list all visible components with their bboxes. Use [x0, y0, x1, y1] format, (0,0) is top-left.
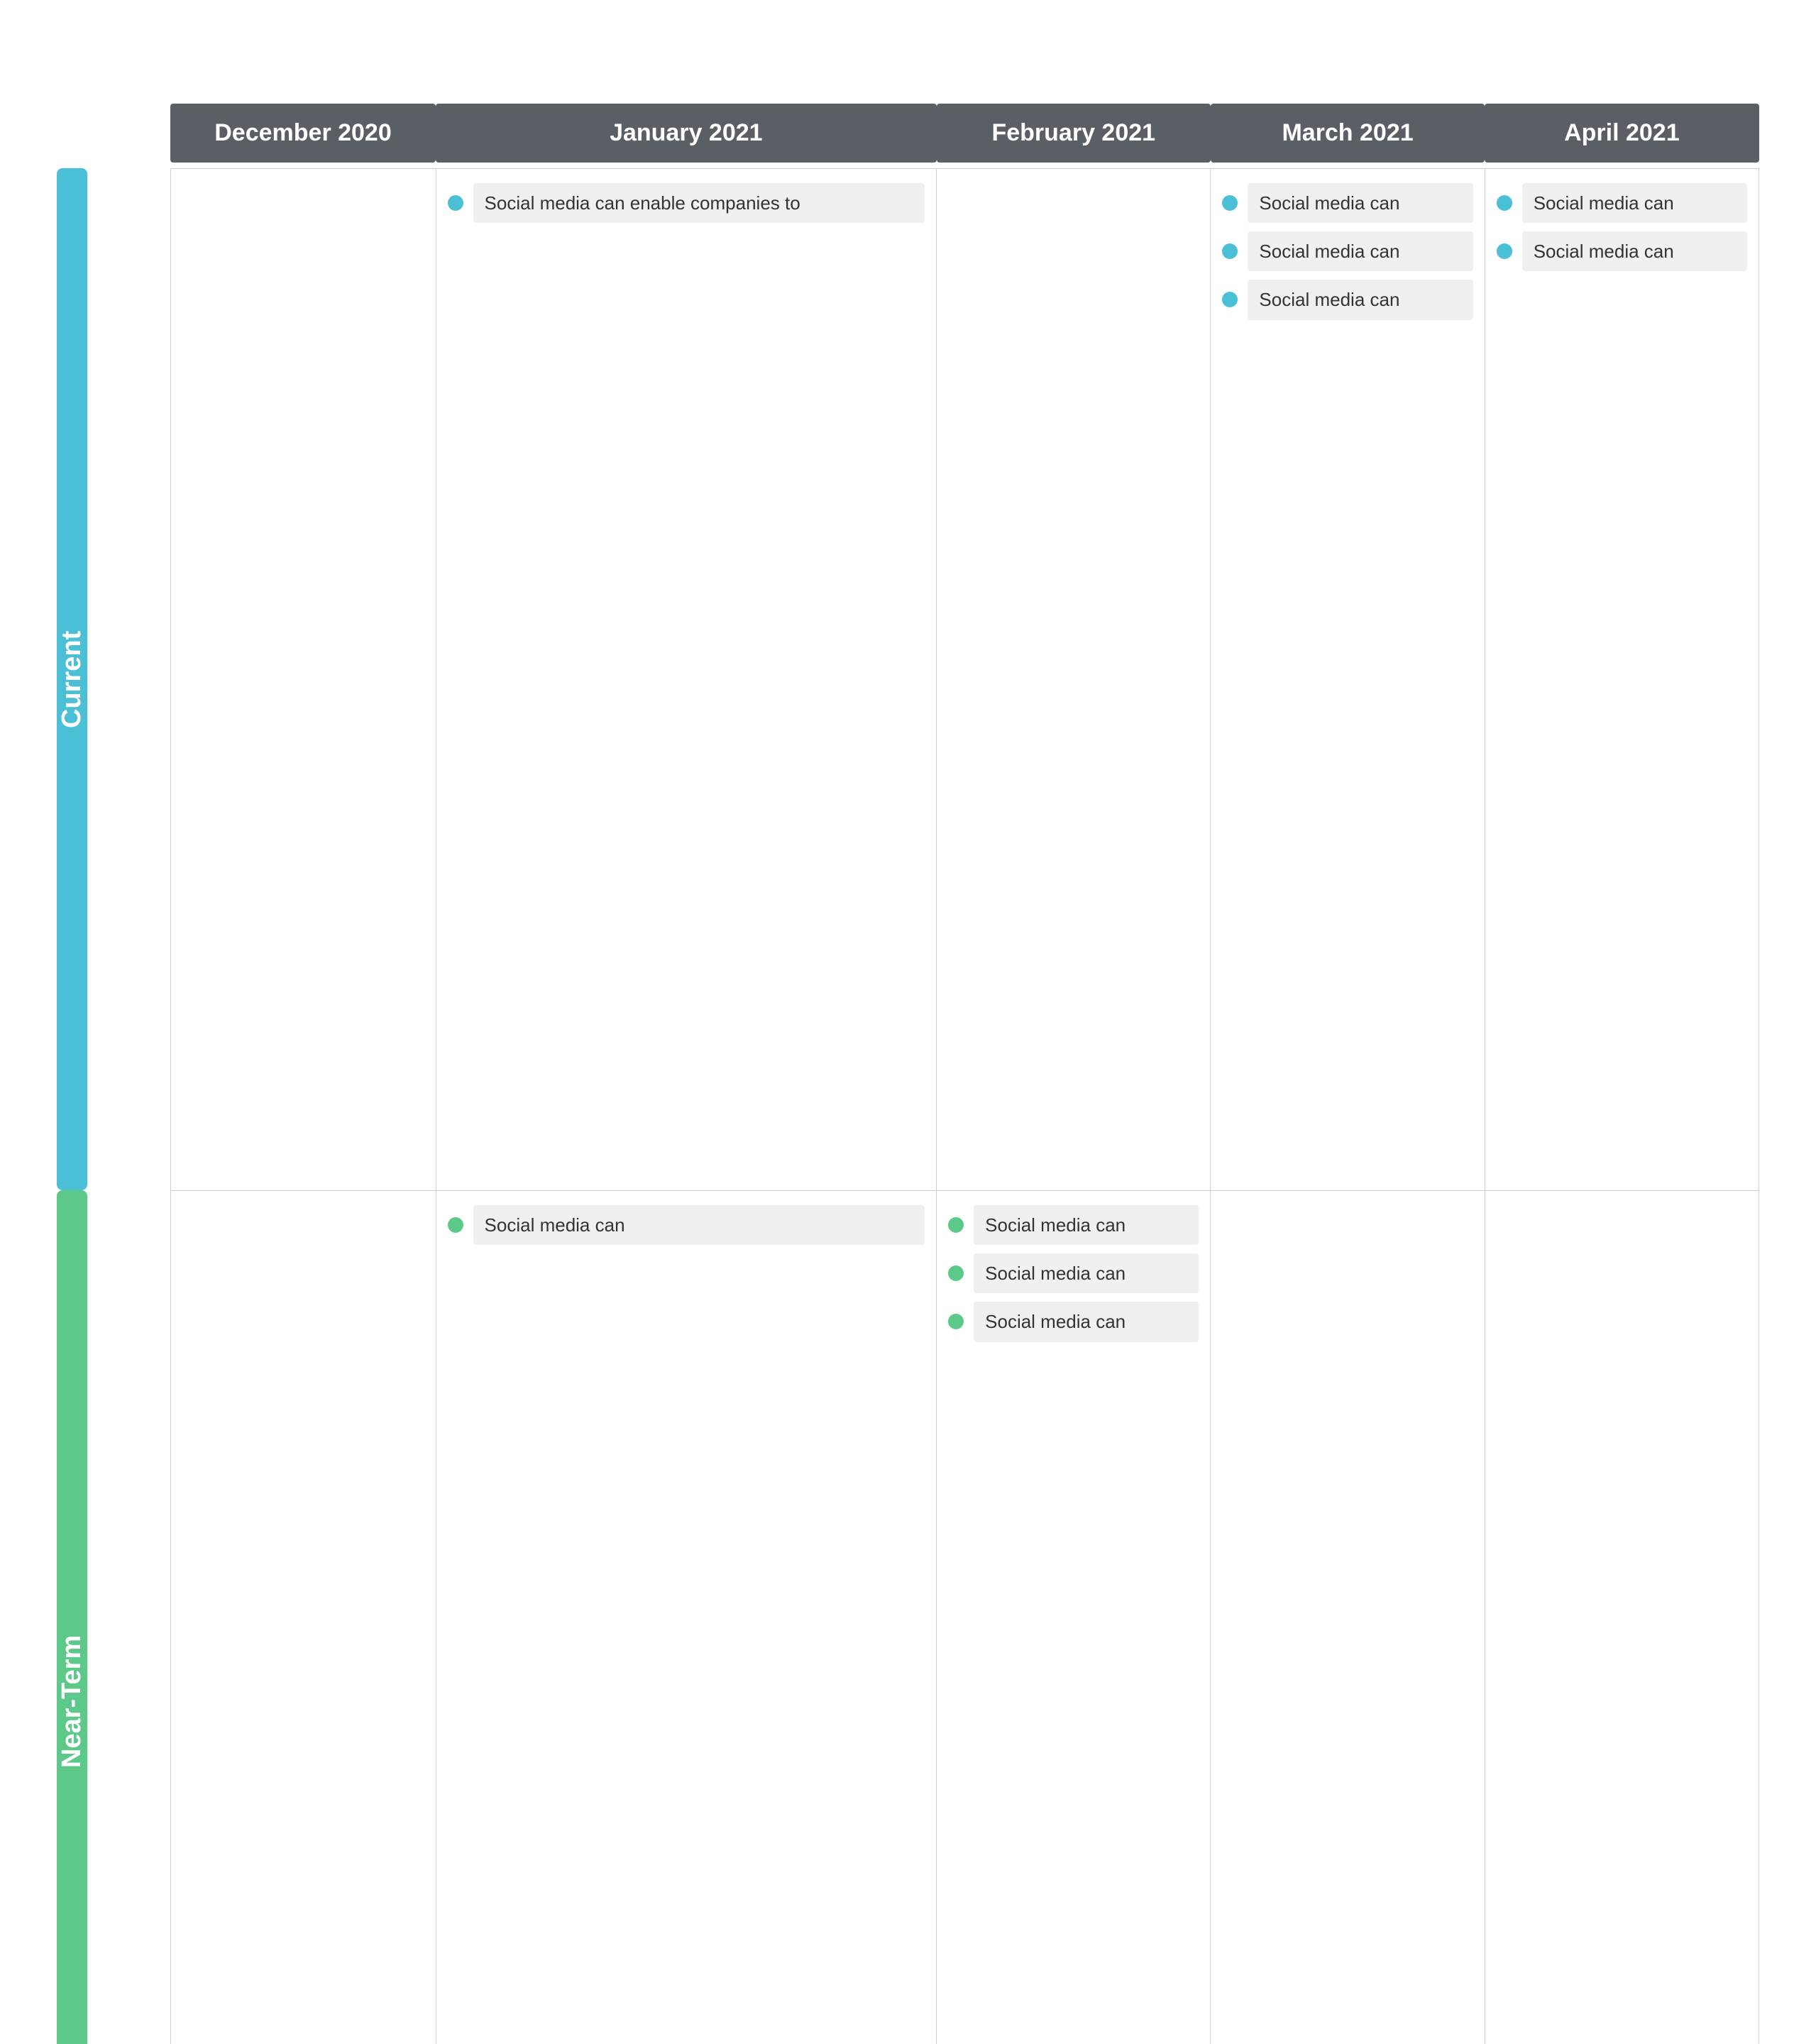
- item-box-1-2-0: Social media can: [974, 1205, 1199, 1245]
- item-box-1-1-0: Social media can: [473, 1205, 925, 1245]
- item-box-0-3-0: Social media can: [1248, 183, 1473, 223]
- dot-0-4-0: [1497, 195, 1512, 211]
- item-0-3-2: Social media can: [1222, 280, 1473, 319]
- cell-0-4: Social media can Social media can: [1485, 168, 1759, 1190]
- dot-0-4-1: [1497, 243, 1512, 259]
- month-label-4: April 2021: [1485, 104, 1759, 163]
- row-label-cell-0: Current: [57, 168, 170, 1190]
- month-label-3: March 2021: [1211, 104, 1485, 163]
- item-box-1-2-1: Social media can: [974, 1253, 1199, 1293]
- roadmap-table: December 2020January 2021February 2021Ma…: [57, 104, 1759, 2044]
- dot-1-2-2: [948, 1314, 964, 1329]
- item-1-2-1: Social media can: [948, 1253, 1199, 1293]
- month-header-2: February 2021: [937, 104, 1211, 163]
- item-1-2-2: Social media can: [948, 1302, 1199, 1341]
- row-label-1: Near-Term: [57, 1190, 87, 2044]
- item-0-4-0: Social media can: [1497, 183, 1747, 223]
- item-box-1-2-2: Social media can: [974, 1302, 1199, 1341]
- month-label-1: January 2021: [436, 104, 937, 163]
- dot-0-1-0: [448, 195, 463, 211]
- cell-0-2: [937, 168, 1211, 1190]
- dot-0-3-2: [1222, 292, 1238, 307]
- item-0-3-0: Social media can: [1222, 183, 1473, 223]
- dot-1-2-0: [948, 1217, 964, 1233]
- cell-items-0-1: Social media can enable companies to: [448, 183, 925, 223]
- month-label-0: December 2020: [170, 104, 436, 163]
- cell-items-0-3: Social media can Social media can Social m…: [1222, 183, 1473, 320]
- item-box-0-4-0: Social media can: [1522, 183, 1747, 223]
- item-1-1-0: Social media can: [448, 1205, 925, 1245]
- dot-1-2-1: [948, 1265, 964, 1281]
- body-row-1: Near-TermSocial media canSocial media ca…: [57, 1190, 1759, 2044]
- item-box-0-3-2: Social media can: [1248, 280, 1473, 319]
- body-row-0: Current Social media can enable companies…: [57, 168, 1759, 1190]
- cell-0-0: [170, 168, 436, 1190]
- cell-0-3: Social media can Social media can Social m…: [1211, 168, 1485, 1190]
- item-0-3-1: Social media can: [1222, 231, 1473, 271]
- month-header-3: March 2021: [1211, 104, 1485, 163]
- month-header-4: April 2021: [1485, 104, 1759, 163]
- item-box-0-1-0: Social media can enable companies to: [473, 183, 925, 223]
- cell-0-1: Social media can enable companies to: [436, 168, 937, 1190]
- cell-1-3: [1211, 1190, 1485, 2044]
- header-row: December 2020January 2021February 2021Ma…: [57, 104, 1759, 163]
- dot-1-1-0: [448, 1217, 463, 1233]
- month-header-0: December 2020: [170, 104, 436, 163]
- item-1-2-0: Social media can: [948, 1205, 1199, 1245]
- cell-1-1: Social media can: [436, 1190, 937, 2044]
- cell-items-1-2: Social media can Social media can Social m…: [948, 1205, 1199, 1342]
- item-box-0-4-1: Social media can: [1522, 231, 1747, 271]
- month-label-2: February 2021: [937, 104, 1211, 163]
- item-0-1-0: Social media can enable companies to: [448, 183, 925, 223]
- cell-1-2: Social media can Social media can Social m…: [937, 1190, 1211, 2044]
- cell-1-4: [1485, 1190, 1759, 2044]
- row-label-cell-1: Near-Term: [57, 1190, 170, 2044]
- month-header-1: January 2021: [436, 104, 937, 163]
- dot-0-3-1: [1222, 243, 1238, 259]
- header-empty-cell: [57, 104, 170, 163]
- item-0-4-1: Social media can: [1497, 231, 1747, 271]
- row-label-0: Current: [57, 168, 87, 1190]
- dot-0-3-0: [1222, 195, 1238, 211]
- cell-1-0: [170, 1190, 436, 2044]
- cell-items-0-4: Social media can Social media can: [1497, 183, 1747, 272]
- item-box-0-3-1: Social media can: [1248, 231, 1473, 271]
- cell-items-1-1: Social media can: [448, 1205, 925, 1245]
